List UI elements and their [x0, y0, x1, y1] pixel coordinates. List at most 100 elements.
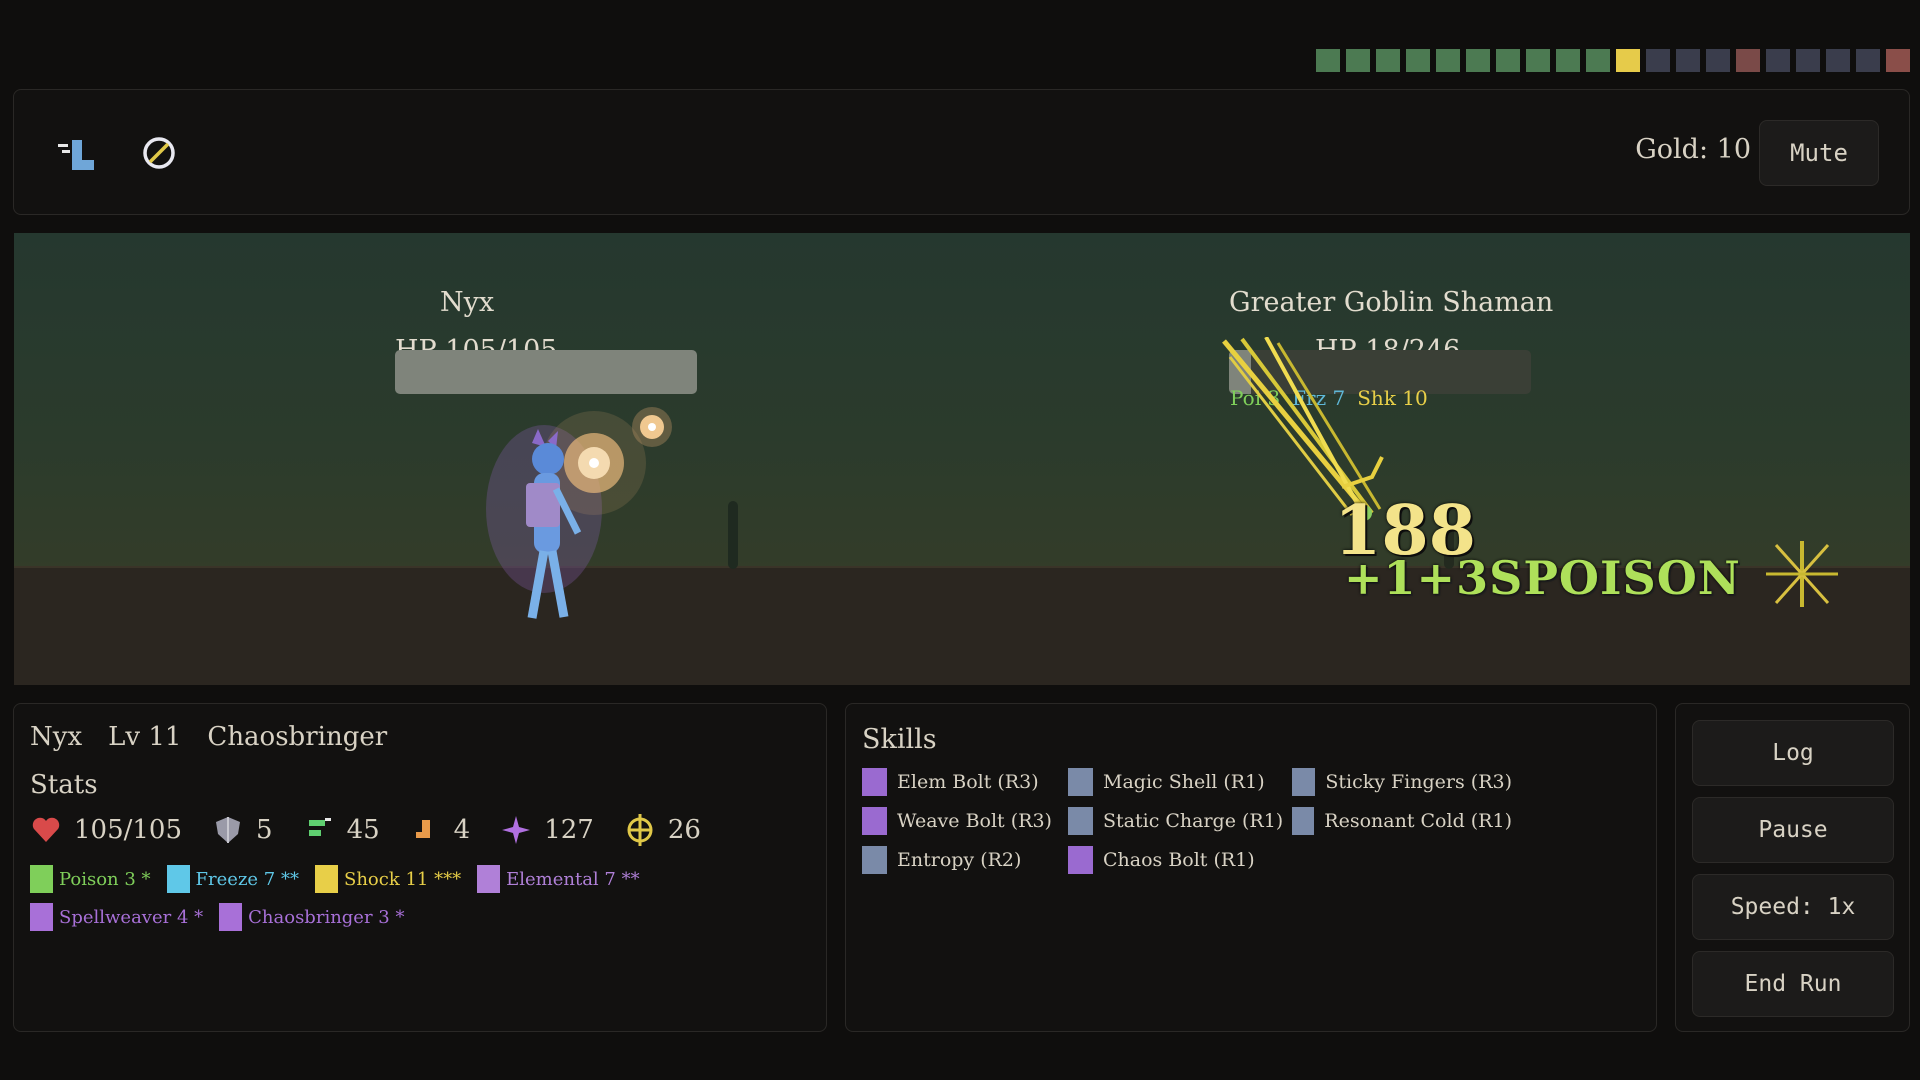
skill-icon — [1292, 807, 1315, 835]
skill-label: Chaos Bolt (R1) — [1103, 849, 1255, 871]
end-run-button[interactable]: End Run — [1692, 951, 1894, 1017]
tag-label: Spellweaver 4 * — [59, 906, 204, 928]
boot-icon — [415, 820, 430, 838]
sparkle-icon — [1766, 541, 1838, 607]
log-button[interactable]: Log — [1692, 720, 1894, 786]
stat-speed: 45 — [303, 814, 380, 846]
progress-square — [1766, 49, 1790, 72]
skill-label: Resonant Cold (R1) — [1324, 810, 1512, 832]
progress-square — [1826, 49, 1850, 72]
progress-square — [1676, 49, 1700, 72]
skill-item[interactable]: Magic Shell (R1) — [1068, 768, 1292, 796]
skill-item[interactable]: Weave Bolt (R3) — [862, 807, 1068, 835]
progress-square — [1346, 49, 1370, 72]
skill-label: Weave Bolt (R3) — [897, 810, 1052, 832]
heart-icon — [32, 817, 60, 842]
progress-square — [1466, 49, 1490, 72]
tag-swatch — [166, 865, 190, 893]
progress-square — [1646, 49, 1670, 72]
boot-icon[interactable] — [54, 134, 98, 174]
stat-value: 26 — [667, 815, 701, 845]
progress-square — [1436, 49, 1460, 72]
skill-item[interactable]: Chaos Bolt (R1) — [1068, 846, 1292, 874]
synergy-tag: Spellweaver 4 * — [30, 902, 203, 932]
crosshair-icon — [627, 814, 653, 846]
progress-square — [1856, 49, 1880, 72]
skill-item[interactable]: Elem Bolt (R3) — [862, 768, 1068, 796]
skill-item[interactable]: Entropy (R2) — [862, 846, 1068, 874]
speed-button[interactable]: Speed: 1x — [1692, 874, 1894, 940]
skill-icon — [862, 768, 887, 796]
character-level: Lv 11 — [108, 722, 182, 752]
progress-square — [1406, 49, 1430, 72]
skill-item[interactable]: Sticky Fingers (R3) — [1292, 768, 1512, 796]
synergy-tags: Poison 3 * Freeze 7 ** Shock 11 *** Element… — [30, 864, 820, 932]
run-progress-track — [1316, 49, 1910, 72]
skill-icon — [862, 807, 887, 835]
sparkle-icon — [502, 816, 531, 844]
progress-square — [1316, 49, 1340, 72]
progress-square — [1556, 49, 1580, 72]
progress-square — [1706, 49, 1730, 72]
controls-panel: Log Pause Speed: 1x End Run — [1675, 703, 1910, 1032]
tag-label: Freeze 7 ** — [195, 868, 299, 890]
top-bar: Gold: 10 Mute — [13, 89, 1910, 215]
skill-icon — [1068, 807, 1093, 835]
progress-square — [1616, 49, 1640, 72]
skill-label: Magic Shell (R1) — [1103, 771, 1265, 793]
skill-label: Entropy (R2) — [897, 849, 1022, 871]
stat-crosshair: 26 — [624, 814, 701, 846]
player-hp-bar — [395, 350, 697, 394]
no-symbol-icon[interactable] — [140, 134, 178, 172]
progress-square — [1586, 49, 1610, 72]
progress-square — [1736, 49, 1760, 72]
tag-swatch — [30, 903, 53, 931]
speed-icon — [308, 818, 331, 836]
tag-swatch — [30, 865, 53, 893]
skills-title: Skills — [862, 724, 937, 755]
tag-label: Poison 3 * — [59, 868, 151, 890]
enemy-name: Greater Goblin Shaman — [1229, 287, 1554, 318]
character-name: Nyx — [30, 722, 83, 752]
tag-swatch — [477, 865, 501, 893]
progress-square — [1796, 49, 1820, 72]
progress-square — [1886, 49, 1910, 72]
tag-label: Chaosbringer 3 * — [248, 906, 405, 928]
skill-icon — [1068, 846, 1093, 874]
projectile-orb — [632, 407, 672, 447]
stats-title: Stats — [30, 770, 98, 800]
character-class: Chaosbringer — [207, 722, 388, 752]
progress-square — [1496, 49, 1520, 72]
skills-panel: Skills Elem Bolt (R3) Magic Shell (R1) Sti… — [845, 703, 1657, 1032]
skill-label: Sticky Fingers (R3) — [1325, 771, 1512, 793]
mute-button[interactable]: Mute — [1759, 120, 1879, 186]
stat-value: 4 — [453, 815, 471, 845]
skill-icon — [1292, 768, 1316, 796]
progress-square — [1376, 49, 1400, 72]
skill-icon — [862, 846, 887, 874]
tag-swatch — [219, 903, 243, 931]
character-header: Nyx Lv 11 Chaosbringer — [30, 722, 387, 752]
progress-square — [1526, 49, 1550, 72]
synergy-tag: Shock 11 *** — [314, 864, 461, 894]
player-name: Nyx — [440, 287, 495, 318]
gold-counter: Gold: 10 — [1635, 134, 1751, 165]
skill-label: Elem Bolt (R3) — [897, 771, 1039, 793]
cactus-decoration — [728, 501, 738, 569]
stat-sparkle: 127 — [500, 814, 594, 846]
pause-button[interactable]: Pause — [1692, 797, 1894, 863]
shield-icon — [216, 817, 241, 843]
synergy-tag: Chaosbringer 3 * — [219, 902, 404, 932]
character-panel: Nyx Lv 11 Chaosbringer Stats 105/105 5 45 4… — [13, 703, 827, 1032]
stat-boot: 4 — [410, 814, 471, 846]
stat-value: 45 — [346, 815, 380, 845]
tag-swatch — [314, 865, 338, 893]
skill-item[interactable]: Static Charge (R1) — [1068, 807, 1292, 835]
stat-value: 5 — [256, 815, 273, 845]
skills-list: Elem Bolt (R3) Magic Shell (R1) Sticky Fin… — [862, 768, 1512, 874]
stat-value: 105/105 — [74, 815, 183, 845]
skill-item[interactable]: Resonant Cold (R1) — [1292, 807, 1512, 835]
synergy-tag: Elemental 7 ** — [477, 864, 640, 894]
stat-shield: 5 — [212, 814, 273, 846]
stats-row: 105/105 5 45 4 127 26 — [30, 814, 701, 846]
